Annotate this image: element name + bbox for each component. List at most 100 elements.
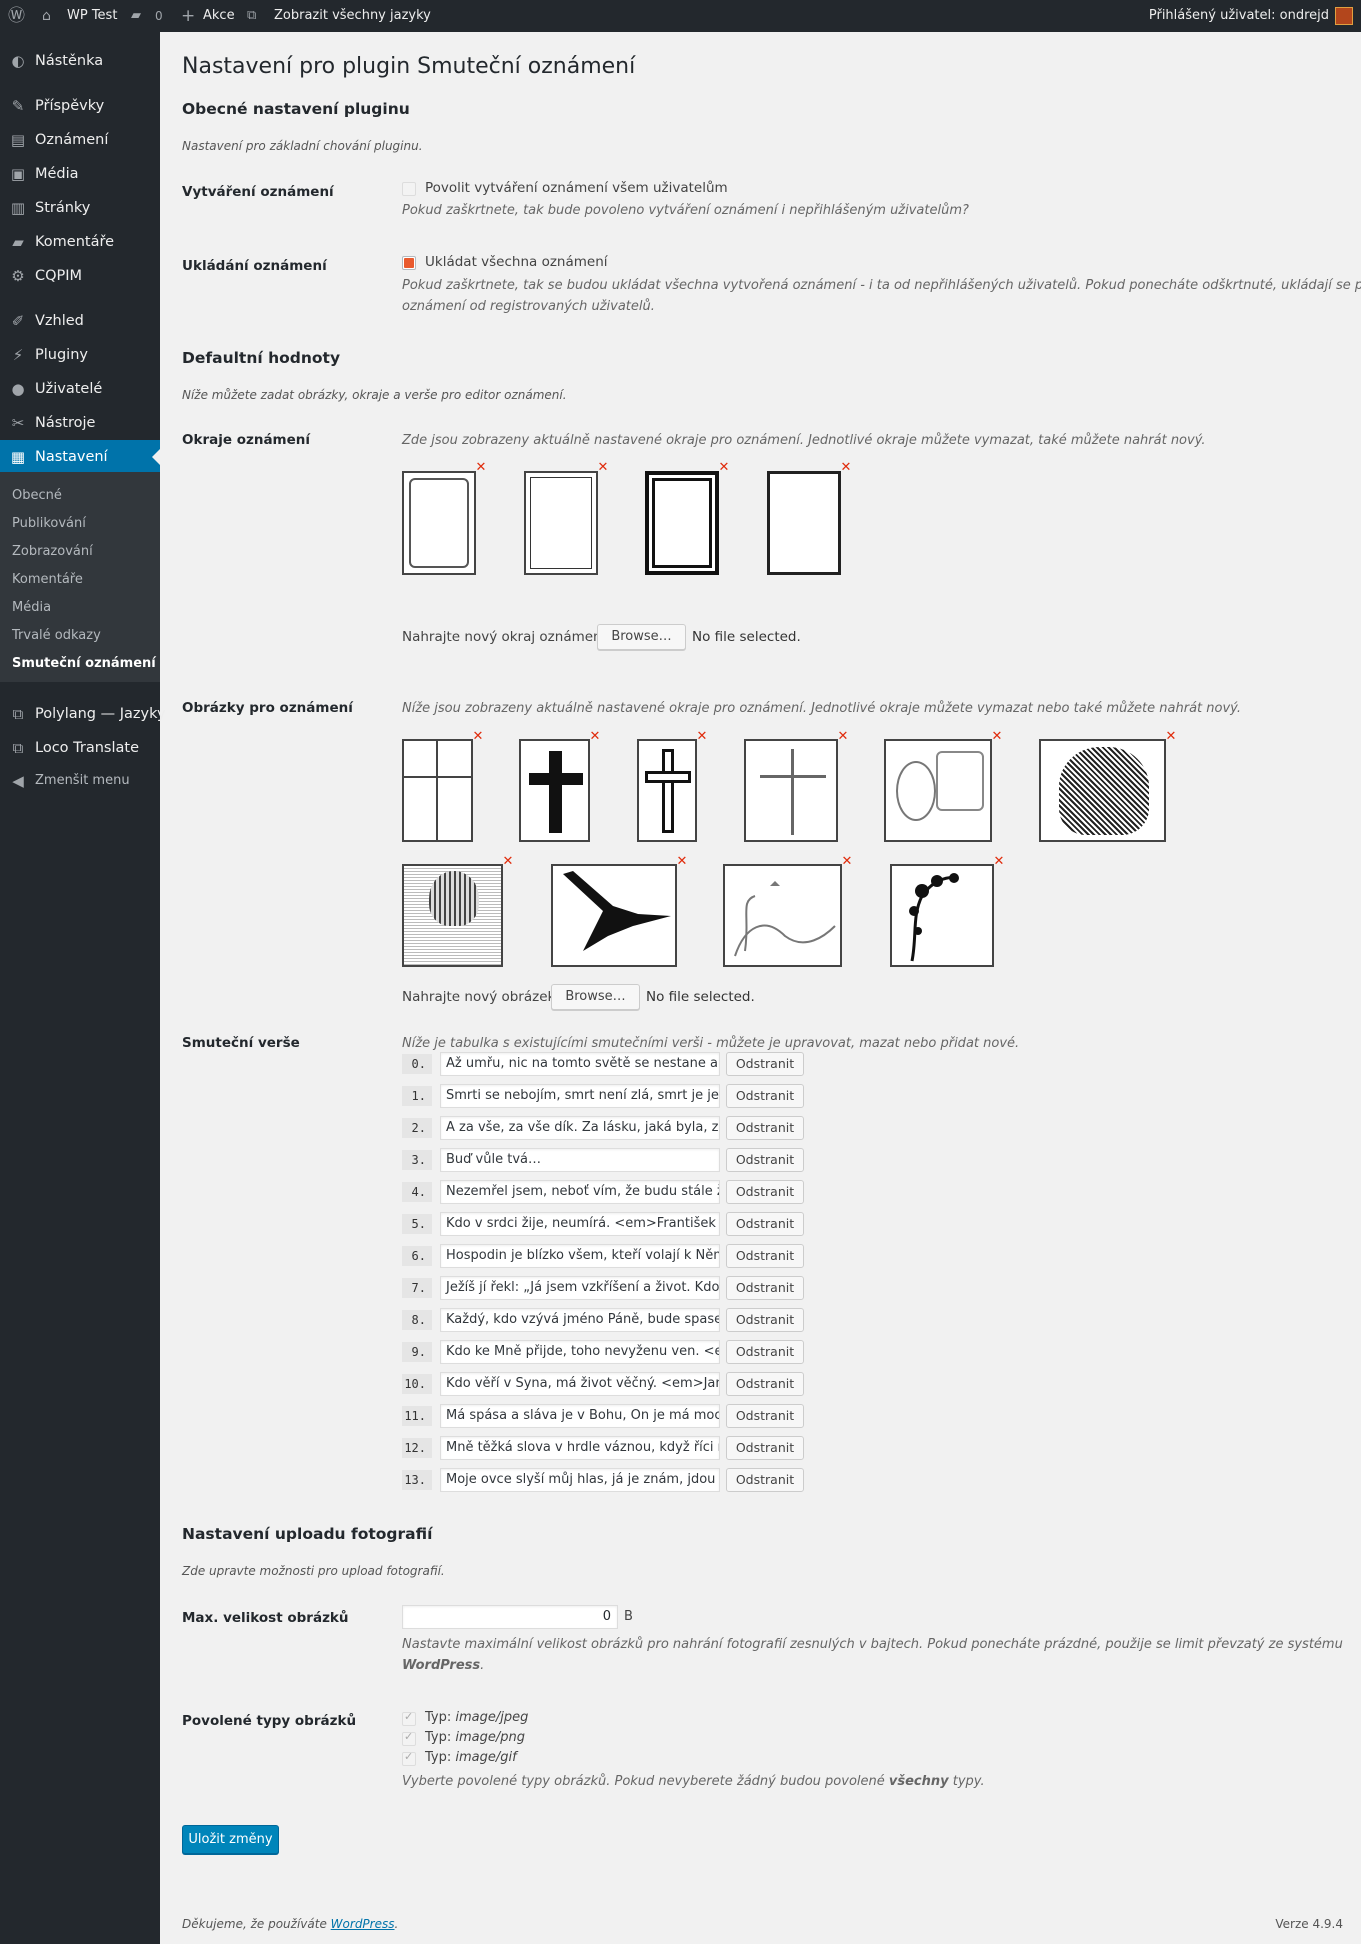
type-png-label[interactable]: Typ: image/png [425,1730,525,1745]
delete-icon[interactable]: ✕ [718,461,730,474]
verse-text-input[interactable]: Kdo ke Mně přijde, toho nevyženu ven. <e… [440,1340,720,1364]
delete-icon[interactable]: ✕ [676,855,688,868]
avatar[interactable] [1335,7,1353,25]
submenu-discussion[interactable]: Komentáře [12,570,83,590]
type-prefix: Typ: [425,1750,452,1765]
remove-verse-button[interactable]: Odstranit [726,1148,804,1172]
submenu-funeral-notices[interactable]: Smuteční oznámení [12,654,156,674]
remove-verse-button[interactable]: Odstranit [726,1084,804,1108]
save-all-checkbox[interactable] [402,256,416,270]
menu-comments[interactable]: ▰ Komentáře [0,225,160,259]
menu-appearance[interactable]: ✐ Vzhled [0,304,160,338]
allow-create-checkbox[interactable] [402,182,416,196]
submenu-media[interactable]: Média [12,598,51,618]
delete-icon[interactable]: ✕ [1165,730,1177,743]
remove-verse-button[interactable]: Odstranit [726,1436,804,1460]
verse-text-input[interactable]: Buď vůle tvá… [440,1148,720,1172]
languages-link[interactable]: Zobrazit všechny jazyky [274,0,431,32]
account-greeting[interactable]: Přihlášený uživatel: ondrejd [1149,0,1329,32]
translate-icon: ⧉ [247,8,257,23]
verse-text-input[interactable]: Moje ovce slyší můj hlas, já je znám, jd… [440,1468,720,1492]
remove-verse-button[interactable]: Odstranit [726,1308,804,1332]
verse-text-input[interactable]: Mně těžká slova v hrdle váznou, když říc… [440,1436,720,1460]
remove-verse-button[interactable]: Odstranit [726,1052,804,1076]
verse-text-input[interactable]: Až umřu, nic na tomto světě se nestane a… [440,1052,720,1076]
menu-pages[interactable]: ▥ Stránky [0,191,160,225]
comment-bubble-icon[interactable]: ▰ [131,0,141,32]
delete-icon[interactable]: ✕ [837,730,849,743]
menu-notices[interactable]: ▤ Oznámení [0,123,160,157]
type-gif-checkbox[interactable] [402,1750,416,1766]
menu-posts[interactable]: ✎ Příspěvky [0,89,160,123]
verse-text-input[interactable]: A za vše, za vše dík. Za lásku, jaká byl… [440,1116,720,1140]
delete-icon[interactable]: ✕ [502,855,514,868]
remove-verse-button[interactable]: Odstranit [726,1404,804,1428]
verse-text-input[interactable]: Smrti se nebojím, smrt není zlá, smrt je… [440,1084,720,1108]
wordpress-link[interactable]: WordPress [331,1917,395,1931]
type-png-checkbox[interactable] [402,1730,416,1746]
verse-text-input[interactable]: Každý, kdo vzývá jméno Páně, bude spasen… [440,1308,720,1332]
remove-verse-button[interactable]: Odstranit [726,1276,804,1300]
type-gif-label[interactable]: Typ: image/gif [425,1750,517,1765]
remove-verse-button[interactable]: Odstranit [726,1116,804,1140]
delete-icon[interactable]: ✕ [840,461,852,474]
submenu-general[interactable]: Obecné [12,486,62,506]
type-jpeg-label[interactable]: Typ: image/jpeg [425,1710,528,1725]
allow-create-checkbox-label[interactable]: Povolit vytváření oznámení všem uživatel… [425,180,728,196]
type-jpeg-checkbox[interactable] [402,1710,416,1726]
menu-label: Komentáře [35,234,115,250]
delete-icon[interactable]: ✕ [993,855,1005,868]
menu-cqpim[interactable]: ⚙ CQPIM [0,259,160,293]
remove-verse-button[interactable]: Odstranit [726,1372,804,1396]
verse-text-input[interactable]: Ježíš jí řekl: „Já jsem vzkříšení a živo… [440,1276,720,1300]
general-settings-heading: Obecné nastavení pluginu [182,100,410,118]
menu-tools[interactable]: ✂ Nástroje [0,406,160,440]
delete-icon[interactable]: ✕ [991,730,1003,743]
submenu-writing[interactable]: Publikování [12,514,86,534]
menu-loco-translate[interactable]: ⧉ Loco Translate [0,731,160,765]
menu-media[interactable]: ▣ Média [0,157,160,191]
border-browse-button[interactable]: Browse… [597,624,686,650]
defaults-heading: Defaultní hodnoty [182,349,341,367]
delete-icon[interactable]: ✕ [475,461,487,474]
delete-icon[interactable]: ✕ [472,730,484,743]
max-size-input[interactable]: 0 [402,1605,618,1629]
general-settings-description: Nastavení pro základní chování pluginu. [182,139,423,153]
menu-label: Oznámení [35,132,109,148]
verse-number: 12. [402,1438,432,1458]
image-browse-button[interactable]: Browse… [551,984,640,1010]
menu-users[interactable]: ● Uživatelé [0,372,160,406]
submenu-reading[interactable]: Zobrazování [12,542,93,562]
verse-text-input[interactable]: Kdo v srdci žije, neumírá. <em>František… [440,1212,720,1236]
submenu-permalinks[interactable]: Trvalé odkazy [12,626,101,646]
menu-dashboard[interactable]: ◐ Nástěnka [0,44,160,78]
save-changes-button[interactable]: Uložit změny [182,1825,279,1854]
site-name-link[interactable]: WP Test [67,0,117,32]
remove-verse-button[interactable]: Odstranit [726,1244,804,1268]
delete-icon[interactable]: ✕ [696,730,708,743]
remove-verse-button[interactable]: Odstranit [726,1180,804,1204]
verse-text-input[interactable]: Má spása a sláva je v Bohu, On je má moc… [440,1404,720,1428]
remove-verse-button[interactable]: Odstranit [726,1340,804,1364]
plus-icon: + [181,6,196,26]
remove-verse-button[interactable]: Odstranit [726,1212,804,1236]
verse-text-input[interactable]: Kdo věří v Syna, má život věčný. <em>Jan… [440,1372,720,1396]
verse-text-input[interactable]: Nezemřel jsem, neboť vím, že budu stále … [440,1180,720,1204]
settings-icon: ▦ [10,448,26,466]
types-desc-strong: všechny [888,1774,949,1789]
menu-plugins[interactable]: ⚡ Pluginy [0,338,160,372]
menu-polylang[interactable]: ⧉ Polylang — Jazyky [0,697,166,731]
verse-number: 8. [402,1310,432,1330]
new-content-link[interactable]: Akce [203,0,235,32]
delete-icon[interactable]: ✕ [589,730,601,743]
delete-icon[interactable]: ✕ [597,461,609,474]
save-all-checkbox-label[interactable]: Ukládat všechna oznámení [425,254,608,270]
remove-verse-button[interactable]: Odstranit [726,1468,804,1492]
delete-icon[interactable]: ✕ [841,855,853,868]
comments-count[interactable]: 0 [155,0,163,32]
menu-label: Loco Translate [35,740,139,756]
wordpress-logo-icon[interactable]: Ⓦ [8,0,25,32]
verse-text-input[interactable]: Hospodin je blízko všem, kteří volají k … [440,1244,720,1268]
menu-collapse[interactable]: ◀ Zmenšit menu [0,764,160,798]
menu-settings[interactable]: ▦ Nastavení [0,440,160,474]
